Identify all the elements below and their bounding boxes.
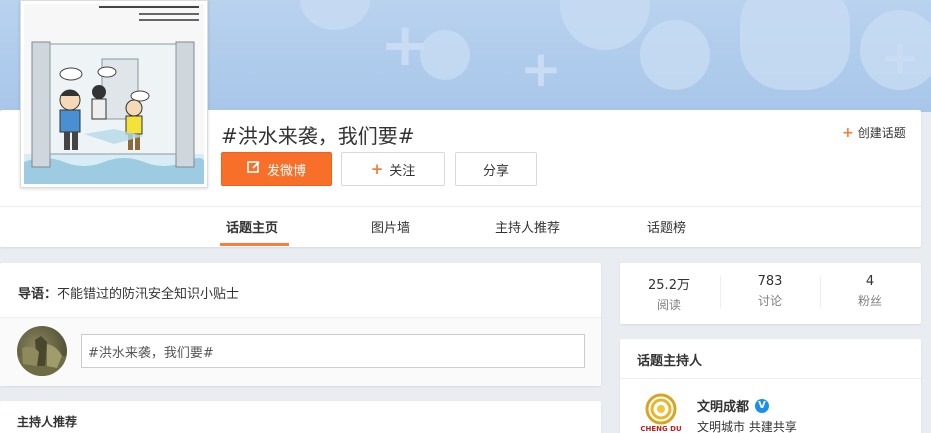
post-weibo-label: 发微博 (266, 163, 306, 179)
host-name-label: 文明成都 (697, 400, 750, 415)
verified-v-icon: V (755, 398, 770, 413)
topic-title: #洪水来袭，我们要# (221, 124, 415, 148)
lead-prefix: 导语： (18, 287, 58, 302)
host-logo-text: CHENG DU (640, 425, 682, 433)
plus-icon: + (842, 124, 854, 141)
stat-reads-value: 25.2万 (648, 278, 690, 293)
stat-reads-label: 阅读 (656, 298, 681, 312)
edit-icon (247, 160, 261, 178)
tabs-divider (0, 206, 921, 207)
host-picks-card (0, 401, 601, 433)
host-name[interactable]: 文明成都 V (697, 396, 770, 415)
create-topic-link[interactable]: + 创建话题 (842, 124, 906, 141)
host-logo-icon[interactable]: CHENG DU (638, 393, 684, 433)
share-label: 分享 (482, 163, 509, 179)
avatar[interactable] (17, 326, 67, 376)
topic-host-title: 话题主持人 (637, 354, 703, 369)
follow-label: 关注 (389, 163, 416, 179)
post-composer-input[interactable] (81, 334, 585, 368)
topic-cover-image[interactable] (20, 0, 208, 188)
post-weibo-button[interactable]: 发微博 (221, 152, 332, 186)
stat-discussions-value: 783 (757, 274, 783, 289)
tab-host-picks[interactable]: 主持人推荐 (495, 217, 560, 236)
stat-reads: 25.2万 阅读 (619, 274, 719, 313)
host-card-divider (620, 378, 921, 379)
stat-fans-label: 粉丝 (857, 294, 882, 308)
follow-button[interactable]: + 关注 (341, 152, 445, 186)
host-picks-title: 主持人推荐 (17, 415, 78, 429)
tab-photo-wall[interactable]: 图片墙 (371, 217, 410, 236)
create-topic-label: 创建话题 (857, 126, 906, 140)
stat-fans: 4 粉丝 (820, 274, 920, 309)
tab-topic-ranking[interactable]: 话题榜 (647, 217, 686, 236)
plus-icon: + (370, 160, 384, 178)
host-description: 文明城市 共建共享 (697, 420, 797, 433)
lead-text: 不能错过的防汛安全知识小贴士 (57, 287, 240, 302)
stat-discussions: 783 讨论 (720, 274, 820, 309)
active-tab-indicator (220, 243, 289, 246)
share-button[interactable]: 分享 (455, 152, 537, 186)
topic-lead: 导语：不能错过的防汛安全知识小贴士 (18, 283, 239, 302)
stat-fans-value: 4 (865, 274, 875, 289)
tab-topic-home[interactable]: 话题主页 (226, 217, 278, 236)
cover-illustration (24, 4, 204, 184)
stat-discussions-label: 讨论 (757, 294, 782, 308)
